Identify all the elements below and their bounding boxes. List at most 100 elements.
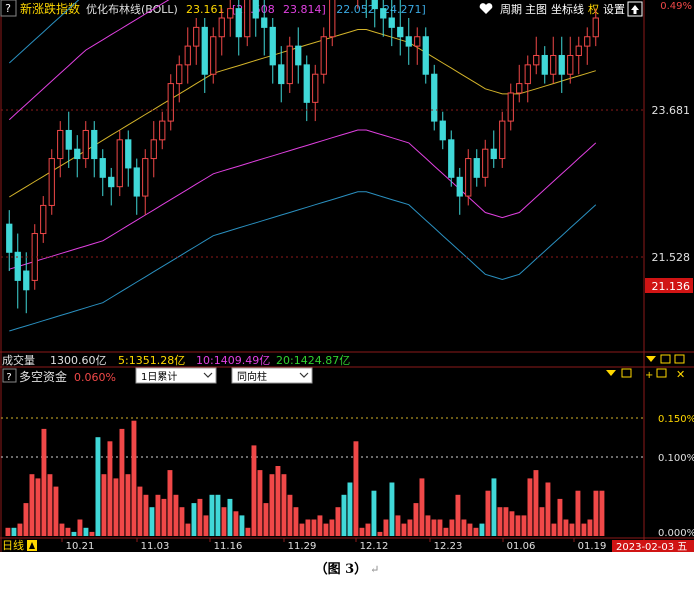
candle-body bbox=[269, 26, 276, 66]
heart-icon[interactable] bbox=[479, 3, 493, 14]
candle bbox=[482, 139, 489, 187]
boll-mid-value: 23.161 bbox=[186, 3, 225, 16]
sub-axis-label: 0.150% bbox=[658, 414, 694, 425]
money-flow-bar bbox=[503, 507, 509, 536]
candle bbox=[40, 196, 47, 243]
candle bbox=[142, 149, 149, 215]
candle-body bbox=[244, 0, 251, 38]
money-flow-bar bbox=[281, 474, 287, 536]
sub-axis-label: 0.000% bbox=[658, 528, 694, 539]
candle bbox=[159, 111, 166, 150]
band-outer-lower bbox=[9, 191, 597, 332]
candle-body bbox=[558, 54, 565, 75]
candle-body bbox=[193, 26, 200, 47]
candle-body bbox=[142, 158, 149, 197]
boll-bands bbox=[8, 0, 597, 332]
candle bbox=[48, 149, 55, 215]
candle bbox=[490, 130, 497, 168]
candle-body bbox=[23, 270, 30, 291]
index-name[interactable]: 新涨跌指数 bbox=[20, 1, 80, 16]
money-flow-bar bbox=[395, 515, 401, 536]
indicator-name[interactable]: 优化布林线(BOLL) bbox=[86, 2, 178, 16]
money-flow-bar bbox=[89, 531, 95, 536]
volume-label: 成交量 bbox=[2, 353, 35, 367]
money-flow-bar bbox=[299, 523, 305, 536]
window-icon[interactable] bbox=[674, 354, 685, 364]
candle bbox=[507, 83, 514, 131]
volume-ma20: 20:1424.87亿 bbox=[276, 354, 350, 367]
money-flow-bar bbox=[119, 428, 125, 536]
money-flow-bar bbox=[83, 527, 89, 536]
money-flow-bar bbox=[185, 523, 191, 536]
plus-icon[interactable]: + bbox=[645, 370, 653, 381]
candle bbox=[14, 233, 21, 309]
candle-body bbox=[567, 54, 574, 75]
candle-body bbox=[388, 17, 395, 28]
window-icon[interactable] bbox=[660, 354, 671, 364]
money-flow-bar bbox=[329, 519, 335, 536]
money-flow-bar bbox=[587, 519, 593, 536]
money-flow-bar bbox=[125, 474, 131, 536]
candle-body bbox=[371, 0, 378, 10]
money-flow-bar bbox=[131, 420, 137, 536]
candle-body bbox=[439, 120, 446, 141]
money-flow-bar bbox=[53, 486, 59, 536]
candle bbox=[116, 130, 123, 197]
sub-panel-title[interactable]: 多空资金 bbox=[19, 369, 67, 384]
candle-body bbox=[167, 83, 174, 122]
money-flow-bar bbox=[239, 515, 245, 536]
money-flow-bar bbox=[455, 494, 461, 536]
money-flow-bar bbox=[341, 494, 347, 536]
money-flow-bar bbox=[581, 523, 587, 536]
period-label[interactable]: 日线 bbox=[2, 538, 24, 552]
money-flow-bar bbox=[59, 523, 65, 536]
price-axis-label: 23.681 bbox=[652, 104, 691, 117]
money-flow-bar bbox=[389, 482, 395, 536]
candle-body bbox=[65, 129, 72, 150]
menu-settings[interactable]: 设置 bbox=[603, 3, 625, 16]
volume-ma5: 5:1351.28亿 bbox=[118, 354, 185, 367]
candle-body bbox=[422, 36, 429, 75]
money-flow-bar bbox=[443, 527, 449, 536]
candle-body bbox=[490, 148, 497, 160]
menu-rights[interactable]: 权 bbox=[588, 3, 599, 16]
window-icon[interactable] bbox=[621, 368, 632, 378]
period-select-value: 1日累计 bbox=[141, 370, 177, 383]
candle-body bbox=[541, 54, 548, 75]
money-flow-bar bbox=[113, 478, 119, 536]
candle bbox=[82, 121, 89, 168]
candle-body bbox=[295, 45, 302, 66]
candle-body bbox=[133, 167, 140, 197]
menu-coord[interactable]: 坐标线 bbox=[551, 2, 584, 16]
candle-body bbox=[482, 148, 489, 178]
candle bbox=[295, 27, 302, 84]
menu-main[interactable]: 主图 bbox=[525, 3, 547, 16]
heart-small-icon[interactable] bbox=[606, 370, 616, 376]
candle bbox=[91, 121, 98, 178]
candle bbox=[533, 36, 540, 75]
heart-small-icon[interactable] bbox=[646, 356, 656, 362]
money-flow-bar bbox=[533, 470, 539, 536]
window-icon[interactable] bbox=[656, 368, 667, 378]
candle-body bbox=[116, 139, 123, 188]
money-flow-bar bbox=[521, 515, 527, 536]
candle-body bbox=[397, 26, 404, 38]
candle bbox=[303, 55, 310, 122]
stock-chart: ? 新涨跌指数 优化布林线(BOLL) 23.161 [22.508 23.81… bbox=[0, 0, 694, 552]
money-flow-bar bbox=[515, 515, 521, 536]
candle-body bbox=[74, 148, 81, 160]
money-flow-bar bbox=[11, 527, 17, 536]
question-icon: ? bbox=[5, 2, 11, 15]
candle bbox=[499, 111, 506, 168]
money-flow-bar bbox=[137, 486, 143, 536]
candle bbox=[286, 36, 293, 93]
money-flow-bar bbox=[419, 478, 425, 536]
menu-period[interactable]: 周期 bbox=[500, 3, 522, 16]
money-flow-bar bbox=[197, 498, 203, 536]
boll-low-value: [22.052 bbox=[332, 3, 375, 16]
date-tick-label: 12.12 bbox=[360, 541, 389, 552]
money-flow-bar bbox=[383, 519, 389, 536]
candle-body bbox=[584, 36, 591, 47]
candle-body bbox=[465, 158, 472, 197]
close-icon[interactable]: ✕ bbox=[676, 368, 685, 381]
